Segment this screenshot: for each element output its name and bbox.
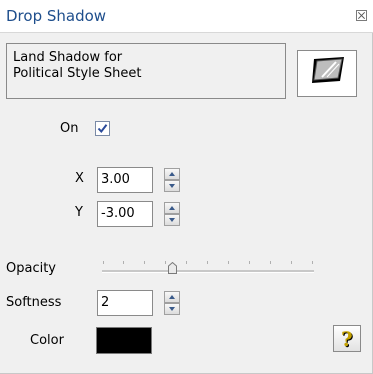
color-label: Color [30,333,64,348]
y-spin-up-icon[interactable] [164,202,180,214]
color-swatch[interactable] [96,327,152,354]
panel-title: Drop Shadow [6,7,107,25]
slider-tick [228,261,229,264]
on-checkbox[interactable] [95,121,110,136]
y-stepper[interactable] [164,202,180,226]
y-label: Y [75,205,83,220]
description-line-2: Political Style Sheet [13,66,142,81]
x-spin-down-icon[interactable] [164,180,180,192]
y-spin-down-icon[interactable] [164,214,180,226]
help-button[interactable]: ? [333,325,361,352]
slider-tick [249,261,250,264]
softness-label: Softness [6,295,62,310]
opacity-label: Opacity [6,261,57,276]
slider-tick [103,261,104,264]
description-line-1: Land Shadow for [13,50,123,65]
x-spin-up-icon[interactable] [164,168,180,180]
softness-spin-up-icon[interactable] [164,291,180,303]
drop-shadow-panel: Drop Shadow Land Shadow for Political St… [0,0,373,374]
checkmark-icon [97,124,108,134]
close-box-icon[interactable] [356,10,367,21]
softness-stepper[interactable] [164,291,180,315]
softness-spin-down-icon[interactable] [164,303,180,315]
slider-tick [123,261,124,264]
slider-tick [144,261,145,264]
x-stepper[interactable] [164,168,180,192]
softness-input[interactable]: 2 [97,290,153,316]
slider-tick [186,261,187,264]
opacity-slider-track[interactable] [102,270,314,273]
help-icon: ? [341,327,353,351]
on-label: On [60,121,79,136]
shadow-preview-icon[interactable] [297,50,357,97]
opacity-slider-thumb[interactable] [167,262,177,274]
x-input[interactable]: 3.00 [97,167,153,193]
slider-tick [207,261,208,264]
x-label: X [75,171,84,186]
slider-tick [291,261,292,264]
y-input[interactable]: -3.00 [97,201,153,227]
title-bar: Drop Shadow [0,0,373,33]
description-box[interactable]: Land Shadow for Political Style Sheet [6,43,286,99]
slider-tick [312,261,313,264]
slider-tick [165,261,166,264]
slider-tick [270,261,271,264]
